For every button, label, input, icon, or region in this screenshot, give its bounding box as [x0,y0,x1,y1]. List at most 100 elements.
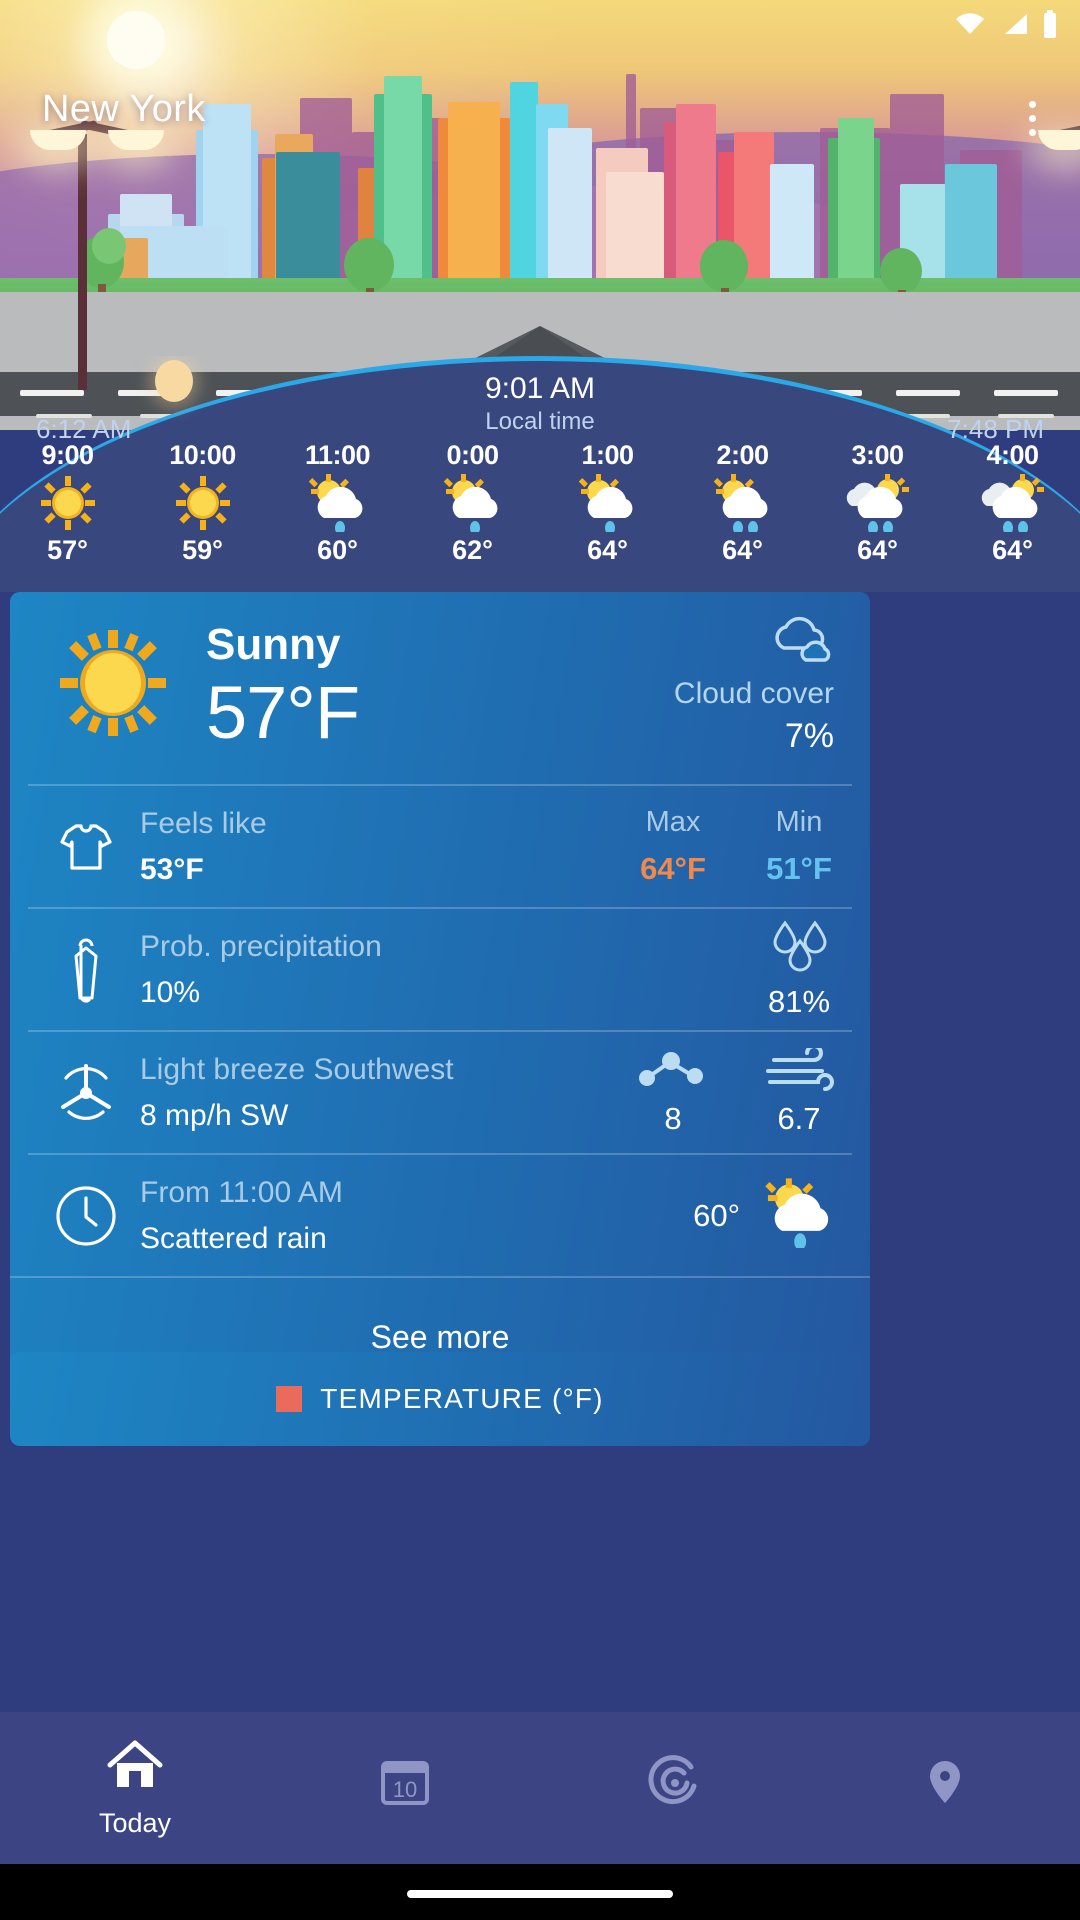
sunny-icon [58,628,168,743]
min-value: 51°F [766,851,832,886]
current-summary: Sunny 57°F Cloud cover 7% [10,592,870,784]
min-temp-block: Min 51°F [756,806,842,887]
detail-row-wind[interactable]: Light breeze Southwest 8 mp/h SW 8 6.7 [10,1032,870,1153]
hourly-item[interactable]: 0:00 62° [405,440,540,592]
sunny-icon [37,474,99,532]
hour-label: 9:00 [41,440,94,470]
wind-speed-value: 6.7 [777,1101,821,1136]
radar-icon [644,1753,706,1816]
detail-row-precipitation[interactable]: Prob. precipitation 10% 81% [10,909,870,1030]
hour-label: 1:00 [581,440,634,470]
min-label: Min [775,806,823,838]
hour-temp: 59° [182,535,223,565]
nav-item-radar[interactable] [540,1753,810,1824]
humidity-drops-icon [764,920,834,977]
forecast-change-label: From 11:00 AM [140,1175,343,1209]
hourly-item[interactable]: 10:00 59° [135,440,270,592]
precipitation-value: 10% [140,975,201,1009]
humidity-value: 81% [767,984,831,1019]
cloud-cover-label: Cloud cover [673,677,834,710]
wind-value: 8 mp/h SW [140,1098,289,1132]
hour-label: 4:00 [986,440,1039,470]
signal-icon [999,12,1029,41]
partly-rain-2-icon [707,474,779,532]
hourly-item[interactable]: 2:00 64° [675,440,810,592]
hourly-forecast-row[interactable]: 9:00 57° 10:00 59° 11:00 60° 0:00 62° 1:… [0,440,1080,592]
partly-rain-1-icon [572,474,644,532]
hour-label: 0:00 [446,440,499,470]
hour-temp: 64° [857,535,898,565]
forecast-change-value: Scattered rain [140,1221,327,1255]
page-title: New York [42,88,206,130]
wind-speed-block: 6.7 [756,1044,842,1137]
hour-label: 2:00 [716,440,769,470]
wifi-icon [954,12,986,41]
local-time-label: Local time [485,408,595,435]
hour-temp: 64° [722,535,763,565]
temperature-chart-card[interactable]: TEMPERATURE (°F) [10,1352,870,1446]
cloud-cover-block: Cloud cover 7% [674,614,834,756]
wind-label: Light breeze Southwest [140,1052,454,1086]
hour-temp: 62° [452,535,493,565]
status-bar [954,10,1058,43]
feels-like-value: 53°F [140,852,204,886]
weather-app-screen: New York 9:01 AM Local time 6:12 AM 7:48… [0,0,1080,1920]
hour-temp: 60° [317,535,358,565]
cloud-cover-value: 7% [784,717,834,755]
current-weather-card[interactable]: Sunny 57°F Cloud cover 7% Feels like 53°… [10,592,870,1396]
gesture-handle[interactable] [407,1890,673,1898]
hour-label: 11:00 [304,440,371,470]
current-condition: Sunny [206,620,341,669]
forecast-change-temp: 60° [693,1197,740,1233]
max-label: Max [645,806,701,838]
calendar-icon: 10 [374,1753,436,1816]
temperature-series-swatch [276,1386,303,1412]
hour-label: 10:00 [169,440,236,470]
home-icon [104,1737,166,1800]
cloudy-rain-2-icon [977,474,1049,532]
wind-gust-value: 8 [664,1101,682,1136]
svg-text:10: 10 [393,1777,417,1802]
hour-temp: 64° [587,535,628,565]
wind-turbine-icon [44,1060,128,1126]
detail-row-forecast-change[interactable]: From 11:00 AM Scattered rain 60° [10,1155,870,1276]
hour-temp: 57° [47,535,88,565]
hour-label: 3:00 [851,440,904,470]
temperature-chart-label: TEMPERATURE (°F) [320,1383,604,1414]
partly-rain-1-icon [302,474,374,532]
bottom-navigation[interactable]: Today 10 [0,1712,1080,1864]
umbrella-icon [44,934,128,1006]
hour-temp: 64° [992,535,1033,565]
wind-gust-block: 8 [630,1048,716,1137]
hourly-item[interactable]: 9:00 57° [0,440,135,592]
tshirt-icon [44,816,128,878]
cloud-cover-icon [768,616,834,670]
detail-row-feels-like[interactable]: Feels like 53°F Max 64°F Min 51°F [10,786,870,907]
precipitation-label: Prob. precipitation [140,929,382,963]
hourly-item[interactable]: 1:00 64° [540,440,675,592]
sunny-icon [172,474,234,532]
nav-label-today: Today [98,1808,172,1838]
partly-rain-1-icon [437,474,509,532]
current-time: 9:01 AM [484,372,596,405]
hourly-item[interactable]: 3:00 64° [810,440,945,592]
max-temp-block: Max 64°F [630,806,716,887]
hourly-item[interactable]: 4:00 64° [945,440,1080,592]
current-temperature: 57°F [206,671,360,754]
battery-icon [1042,10,1058,43]
max-value: 64°F [640,851,706,886]
clock-icon [44,1183,128,1249]
nav-item-calendar[interactable]: 10 [270,1753,540,1824]
hourly-item[interactable]: 11:00 60° [270,440,405,592]
wind-nodes-icon [637,1052,709,1096]
humidity-block: 81% [756,919,842,1020]
nav-item-today[interactable]: Today [0,1737,270,1839]
feels-like-label: Feels like [140,806,267,840]
cloudy-rain-2-icon [842,474,914,532]
more-vertical-icon[interactable] [1008,88,1056,148]
wind-lines-icon [760,1044,838,1096]
location-icon [914,1753,976,1816]
street-lamp [30,100,190,390]
local-time-block: 9:01 AM Local time [0,372,1080,436]
nav-item-location[interactable] [810,1753,1080,1824]
